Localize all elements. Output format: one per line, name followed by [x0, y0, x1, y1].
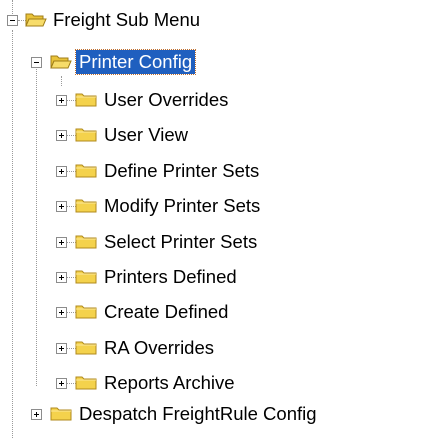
tree-node[interactable]: Define Printer Sets	[0, 157, 380, 185]
selected-node-label: Printer Config	[74, 49, 197, 75]
tree-node-label: Modify Printer Sets	[104, 195, 261, 216]
tree-node-despatch-freightrule-config[interactable]: Despatch FreightRule Config	[0, 400, 428, 428]
tree-node-label: Despatch FreightRule Config	[79, 403, 317, 424]
expand-toggle[interactable]	[56, 95, 67, 106]
expand-toggle[interactable]	[56, 272, 67, 283]
folder-icon	[50, 407, 72, 421]
expand-toggle[interactable]	[56, 378, 67, 389]
expand-toggle[interactable]	[56, 343, 67, 354]
expand-toggle[interactable]	[56, 307, 67, 318]
folder-icon	[75, 305, 97, 319]
folder-icon	[75, 93, 97, 107]
tree-node[interactable]: Printers Defined	[0, 263, 380, 291]
folder-icon	[75, 199, 97, 213]
tree-node-printer-config[interactable]: Printer Config	[0, 48, 300, 76]
collapse-toggle[interactable]	[7, 15, 18, 26]
tree-node[interactable]: Create Defined	[0, 298, 380, 326]
expand-toggle[interactable]	[56, 130, 67, 141]
open-folder-icon	[25, 13, 47, 27]
expand-toggle[interactable]	[56, 237, 67, 248]
tree-node-label: User Overrides	[104, 89, 229, 110]
folder-icon	[75, 270, 97, 284]
tree-node[interactable]: RA Overrides	[0, 334, 380, 362]
tree-node-label: Define Printer Sets	[104, 160, 260, 181]
folder-icon	[75, 341, 97, 355]
folder-icon	[75, 376, 97, 390]
tree-node-label: Create Defined	[104, 301, 229, 322]
tree-node-label: Reports Archive	[104, 372, 235, 393]
tree-node-label: Printers Defined	[104, 266, 237, 287]
tree-node[interactable]: Select Printer Sets	[0, 228, 380, 256]
tree-node-freight-sub-menu[interactable]: Freight Sub Menu	[0, 6, 240, 34]
expand-toggle[interactable]	[56, 166, 67, 177]
expand-toggle[interactable]	[31, 409, 42, 420]
tree-line	[61, 76, 62, 86]
expand-toggle[interactable]	[56, 201, 67, 212]
tree-node[interactable]: Modify Printer Sets	[0, 192, 380, 220]
tree-view: Freight Sub Menu Printer Config User Ove…	[0, 0, 428, 438]
collapse-toggle[interactable]	[31, 57, 42, 68]
open-folder-icon	[50, 55, 72, 69]
tree-node[interactable]: User Overrides	[0, 86, 380, 114]
tree-node-label: User View	[104, 124, 188, 145]
tree-node-label: RA Overrides	[104, 337, 215, 358]
folder-icon	[75, 235, 97, 249]
folder-icon	[75, 128, 97, 142]
tree-node-label: Freight Sub Menu	[53, 9, 201, 30]
tree-node-label: Select Printer Sets	[104, 231, 258, 252]
folder-icon	[75, 164, 97, 178]
tree-node[interactable]: Reports Archive	[0, 369, 380, 397]
tree-node[interactable]: User View	[0, 121, 380, 149]
